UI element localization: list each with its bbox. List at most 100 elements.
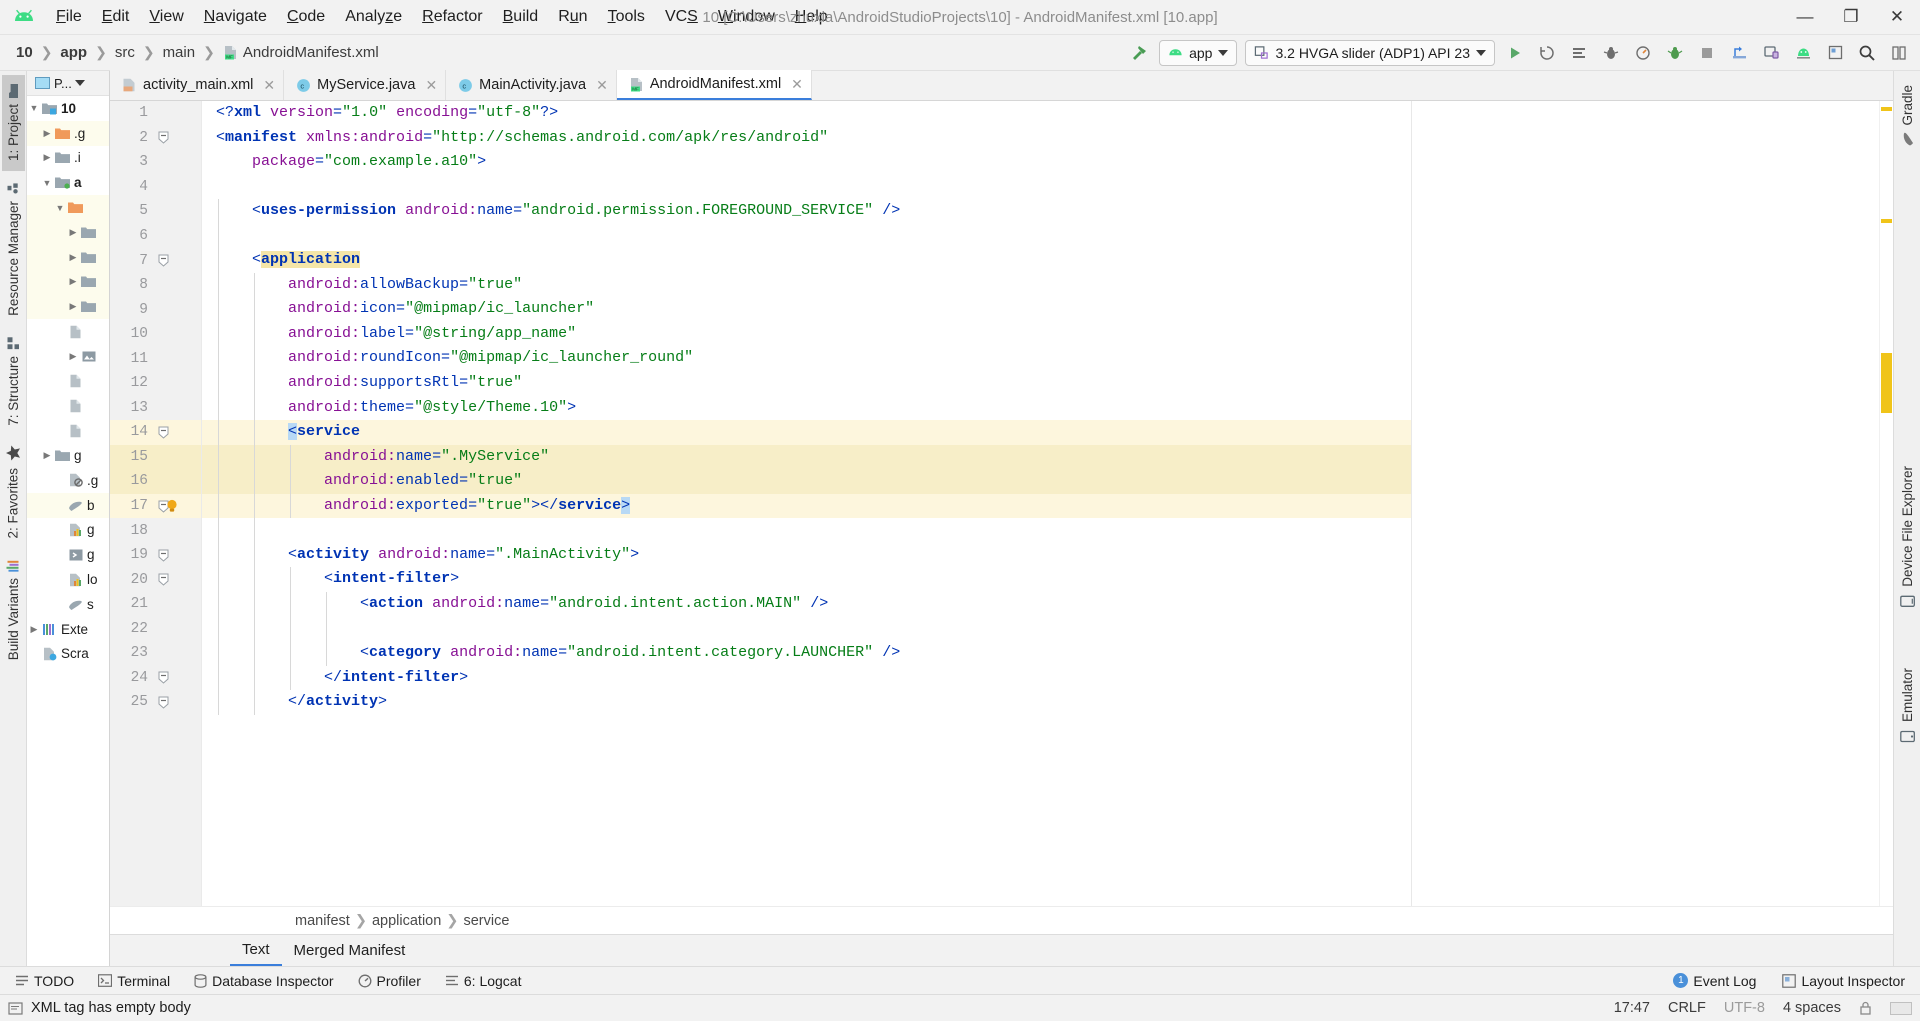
- gutter-line[interactable]: 10: [110, 322, 201, 347]
- indent-setting[interactable]: 4 spaces: [1783, 1000, 1841, 1016]
- breadcrumb-item-project[interactable]: 10: [10, 44, 39, 61]
- device-selector[interactable]: 3.2 HVGA slider (ADP1) API 23: [1245, 39, 1495, 66]
- project-panel-header[interactable]: P...: [27, 71, 109, 96]
- code-line[interactable]: android:theme="@style/Theme.10">: [202, 395, 1411, 421]
- code-line[interactable]: android:enabled="true": [202, 469, 1411, 494]
- chevron-right-icon[interactable]: ▶: [66, 252, 80, 263]
- close-icon[interactable]: ✕: [425, 77, 437, 94]
- code-line[interactable]: android:roundIcon="@mipmap/ic_launcher_r…: [202, 346, 1411, 372]
- chevron-right-icon[interactable]: ▶: [66, 301, 80, 312]
- sync-gradle-icon[interactable]: [1724, 38, 1754, 68]
- tree-node[interactable]: ▶: [27, 269, 109, 295]
- code-line[interactable]: android:icon="@mipmap/ic_launcher": [202, 297, 1411, 322]
- run-button[interactable]: [1500, 38, 1530, 68]
- menu-tools[interactable]: Tools: [598, 4, 655, 30]
- gutter-line[interactable]: 22: [110, 616, 201, 641]
- attach-debugger-icon[interactable]: [1660, 38, 1690, 68]
- code-line[interactable]: package="com.example.a10">: [202, 150, 1411, 175]
- caret-position[interactable]: 17:47: [1614, 1000, 1650, 1016]
- menu-view[interactable]: View: [139, 4, 193, 30]
- gutter-line[interactable]: 20: [110, 567, 201, 592]
- apply-code-changes-icon[interactable]: [1564, 38, 1594, 68]
- menu-file[interactable]: File: [46, 4, 92, 30]
- tree-node[interactable]: ▶: [27, 219, 109, 245]
- tool-tab-emulator[interactable]: Emulator: [1896, 658, 1919, 754]
- editor-tab-AndroidManifest-xml[interactable]: MF AndroidManifest.xml ✕: [616, 70, 812, 100]
- chevron-right-icon[interactable]: ▶: [40, 128, 54, 139]
- code-line[interactable]: <application: [202, 248, 1411, 273]
- editor-marker-bar[interactable]: [1879, 101, 1893, 906]
- gutter-line[interactable]: 15: [110, 444, 201, 470]
- editor-tab-activity_main-xml[interactable]: activity_main.xml ✕: [110, 70, 285, 100]
- gutter-line[interactable]: 19: [110, 543, 201, 568]
- editor-tab-MainActivity-java[interactable]: c MainActivity.java ✕: [446, 70, 617, 100]
- tree-node[interactable]: b: [27, 492, 109, 518]
- bottom-tab-database-inspector[interactable]: Database Inspector: [189, 971, 338, 991]
- fold-collapse-icon[interactable]: [154, 426, 172, 439]
- fold-collapse-icon[interactable]: [154, 549, 172, 562]
- tree-node[interactable]: Scra: [27, 642, 109, 667]
- tree-node[interactable]: ▶ .g: [27, 120, 109, 146]
- tab-text[interactable]: Text: [230, 935, 282, 966]
- line-separator[interactable]: CRLF: [1668, 1000, 1706, 1016]
- code-line[interactable]: <category android:name="android.intent.c…: [202, 641, 1411, 666]
- intention-bulb-icon[interactable]: [164, 498, 180, 514]
- lock-icon[interactable]: [1859, 1001, 1872, 1016]
- gutter-line[interactable]: 17: [110, 493, 201, 519]
- gutter-line[interactable]: 21: [110, 592, 201, 617]
- code-line[interactable]: </intent-filter>: [202, 665, 1411, 691]
- bottom-tab-event-log[interactable]: 1 Event Log: [1668, 971, 1761, 991]
- sdk-manager-icon[interactable]: [1788, 38, 1818, 68]
- tool-tab-device-file-explorer[interactable]: Device File Explorer: [1896, 456, 1919, 619]
- code-editor[interactable]: 1 2 3 4 5 6 7 8 9 10 11 12 13 14 15 16 17 18 19 20 21 22 23 24 2…: [110, 101, 1893, 906]
- marker-warning[interactable]: [1881, 219, 1892, 223]
- tree-node[interactable]: ▼ 10: [27, 96, 109, 121]
- gutter-line[interactable]: 14: [110, 420, 201, 445]
- fold-collapse-icon[interactable]: [154, 573, 172, 586]
- run-configuration-selector[interactable]: app: [1159, 39, 1238, 66]
- code-line[interactable]: [202, 175, 1411, 200]
- menu-build[interactable]: Build: [493, 4, 549, 30]
- code-line[interactable]: </activity>: [202, 690, 1411, 715]
- tab-merged-manifest[interactable]: Merged Manifest: [282, 936, 418, 965]
- fold-collapse-icon[interactable]: [154, 696, 172, 709]
- gutter-line[interactable]: 7: [110, 248, 201, 273]
- tree-node[interactable]: [27, 369, 109, 394]
- tree-node[interactable]: ▶ .i: [27, 146, 109, 171]
- gutter-line[interactable]: 4: [110, 175, 201, 200]
- menu-run[interactable]: Run: [548, 4, 597, 30]
- close-icon[interactable]: ✕: [596, 77, 608, 94]
- editor-tab-MyService-java[interactable]: c MyService.java ✕: [284, 70, 447, 100]
- bottom-tab-todo[interactable]: TODO: [10, 971, 79, 991]
- gutter-line[interactable]: 12: [110, 371, 201, 396]
- code-line[interactable]: <intent-filter>: [202, 567, 1411, 592]
- tree-node[interactable]: .g: [27, 468, 109, 493]
- tree-node[interactable]: ▶ g: [27, 443, 109, 468]
- gutter-line[interactable]: 2: [110, 126, 201, 151]
- breadcrumb-item-main[interactable]: main: [157, 44, 202, 61]
- gutter-line[interactable]: 24: [110, 666, 201, 691]
- stop-icon[interactable]: [1692, 38, 1722, 68]
- close-button[interactable]: ✕: [1874, 0, 1920, 35]
- code-crumb-service[interactable]: service: [463, 913, 509, 929]
- menu-edit[interactable]: Edit: [92, 4, 140, 30]
- gutter-line[interactable]: 5: [110, 199, 201, 224]
- chevron-right-icon[interactable]: ▶: [66, 227, 80, 238]
- code-crumb-application[interactable]: application: [372, 913, 441, 929]
- maximize-button[interactable]: ❐: [1828, 0, 1874, 35]
- chevron-right-icon[interactable]: ▶: [40, 152, 54, 163]
- menu-vcs[interactable]: VCS: [655, 4, 708, 30]
- gutter-line[interactable]: 3: [110, 150, 201, 175]
- file-encoding[interactable]: UTF-8: [1724, 1000, 1765, 1016]
- menu-window[interactable]: Window: [708, 4, 785, 30]
- tool-tab-gradle[interactable]: Gradle: [1896, 75, 1919, 156]
- tool-tab-1-project[interactable]: 1: Project: [1, 75, 25, 172]
- profile-icon[interactable]: [1628, 38, 1658, 68]
- apply-changes-icon[interactable]: [1532, 38, 1562, 68]
- menu-code[interactable]: Code: [277, 4, 335, 30]
- tree-node[interactable]: lo: [27, 567, 109, 592]
- breadcrumb-item-file[interactable]: MF AndroidManifest.xml: [217, 44, 385, 61]
- fold-collapse-icon[interactable]: [154, 671, 172, 685]
- gutter-line[interactable]: 23: [110, 641, 201, 666]
- gutter-line[interactable]: 25: [110, 690, 201, 715]
